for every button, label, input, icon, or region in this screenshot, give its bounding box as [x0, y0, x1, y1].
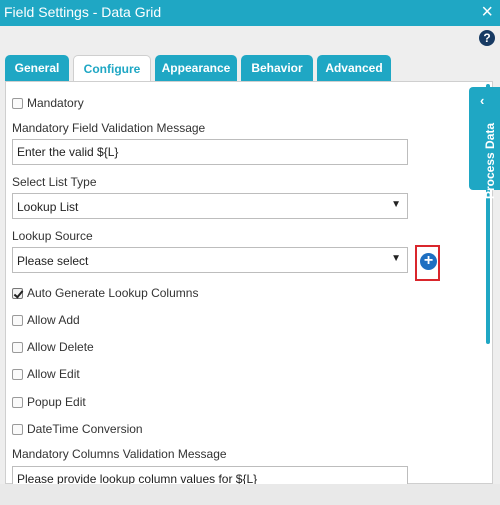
chevron-down-icon: ▼	[391, 253, 401, 264]
datetime-conversion-row: DateTime Conversion	[12, 421, 143, 437]
allow-add-row: Allow Add	[12, 312, 80, 328]
popup-edit-checkbox[interactable]	[12, 396, 23, 408]
auto-generate-label: Auto Generate Lookup Columns	[27, 286, 199, 300]
allow-delete-checkbox[interactable]	[12, 341, 23, 353]
select-list-type-label: Select List Type	[12, 175, 97, 189]
window-title: Field Settings - Data Grid	[4, 4, 162, 20]
lookup-source-value: Please select	[17, 254, 89, 268]
close-icon[interactable]: ×	[481, 0, 493, 24]
columns-validation-input[interactable]	[12, 466, 408, 484]
mandatory-checkbox[interactable]	[12, 97, 23, 109]
auto-generate-row: Auto Generate Lookup Columns	[12, 285, 198, 301]
help-icon[interactable]: ?	[479, 30, 495, 46]
tab-behavior[interactable]: Behavior	[241, 55, 313, 82]
select-list-type-dropdown[interactable]: Lookup List ▼	[12, 193, 408, 219]
lookup-source-label: Lookup Source	[12, 229, 93, 243]
process-data-label: Process Data	[483, 122, 497, 199]
mandatory-label: Mandatory	[27, 96, 84, 110]
popup-edit-row: Popup Edit	[12, 394, 86, 410]
add-lookup-button[interactable]: +	[420, 253, 437, 270]
add-lookup-highlight: +	[415, 245, 440, 281]
tab-general[interactable]: General	[5, 55, 69, 82]
validation-message-input[interactable]	[12, 139, 408, 165]
validation-message-label: Mandatory Field Validation Message	[12, 121, 206, 135]
columns-validation-clip	[12, 466, 412, 484]
tab-configure[interactable]: Configure	[73, 55, 151, 83]
mandatory-row: Mandatory	[12, 95, 84, 111]
allow-add-checkbox[interactable]	[12, 314, 23, 326]
allow-edit-row: Allow Edit	[12, 366, 80, 382]
auto-generate-checkbox[interactable]	[12, 287, 23, 299]
allow-delete-row: Allow Delete	[12, 339, 94, 355]
tab-appearance[interactable]: Appearance	[155, 55, 237, 82]
popup-edit-label: Popup Edit	[27, 395, 86, 409]
allow-add-label: Allow Add	[27, 313, 80, 327]
allow-edit-label: Allow Edit	[27, 367, 80, 381]
chevron-down-icon: ▼	[391, 199, 401, 210]
tab-advanced[interactable]: Advanced	[317, 55, 391, 82]
datetime-conversion-checkbox[interactable]	[12, 423, 23, 435]
columns-validation-label: Mandatory Columns Validation Message	[12, 447, 227, 461]
select-list-type-value: Lookup List	[17, 200, 79, 214]
title-bar: Field Settings - Data Grid ×	[0, 0, 500, 26]
allow-edit-checkbox[interactable]	[12, 368, 23, 380]
datetime-conversion-label: DateTime Conversion	[27, 422, 143, 436]
process-data-panel[interactable]: ‹ Process Data	[469, 87, 500, 199]
footer-bar	[0, 484, 500, 505]
allow-delete-label: Allow Delete	[27, 340, 94, 354]
lookup-source-dropdown[interactable]: Please select ▼	[12, 247, 408, 273]
